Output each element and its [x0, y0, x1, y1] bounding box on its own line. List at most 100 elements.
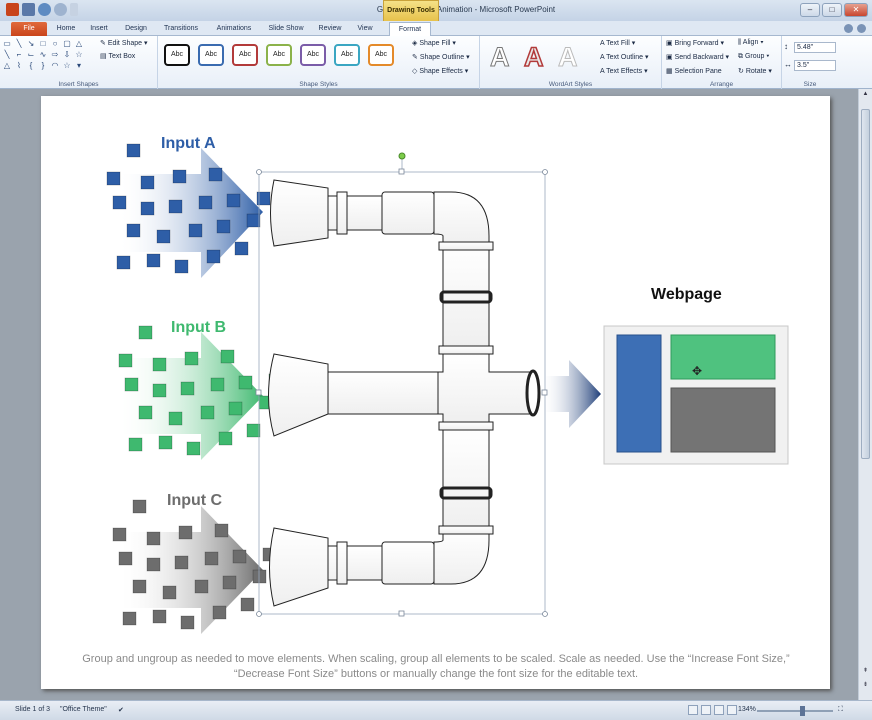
text-effects-button[interactable]: A Text Effects ▾ [600, 67, 648, 75]
elbow-shape-icon[interactable]: ⌐ [14, 50, 24, 59]
cube-icon [140, 175, 155, 190]
more-shapes-icon[interactable]: ▾ [74, 61, 84, 70]
rotation-handle[interactable] [398, 152, 406, 160]
input-a-label[interactable]: Input A [161, 135, 216, 153]
resize-handle[interactable] [541, 389, 548, 396]
arrow-down-shape-icon[interactable]: ⇩ [62, 50, 72, 59]
shape-height-input[interactable]: 5.48" [794, 42, 836, 53]
normal-view-icon[interactable] [688, 705, 698, 715]
vertical-scrollbar[interactable]: ▲ ⇞ ⇟ [858, 89, 872, 700]
tab-review[interactable]: Review [316, 22, 344, 36]
shape-style-aqua[interactable]: Abc [334, 44, 360, 66]
prev-slide-icon[interactable]: ⇞ [861, 667, 870, 676]
spellcheck-icon[interactable]: ✔ [118, 706, 124, 714]
input-b-label[interactable]: Input B [171, 319, 226, 337]
tab-insert[interactable]: Insert [86, 22, 112, 36]
wordart-style-light[interactable]: A [558, 42, 578, 73]
slide-show-view-icon[interactable] [727, 705, 737, 715]
rect-shape-icon[interactable]: □ [38, 39, 48, 48]
maximize-button[interactable]: □ [822, 3, 842, 17]
wordart-style-outline[interactable]: A [490, 42, 510, 73]
resize-handle[interactable] [398, 610, 405, 617]
freeform-shape-icon[interactable]: △ [2, 61, 12, 70]
resize-handle[interactable] [542, 611, 548, 617]
scroll-up-icon[interactable]: ▲ [861, 91, 870, 100]
bring-forward-label: Bring Forward [674, 40, 719, 47]
align-button[interactable]: ⫼ Align ▾ [738, 39, 764, 47]
shape-style-black[interactable]: Abc [164, 44, 190, 66]
tab-transitions[interactable]: Transitions [160, 22, 202, 36]
tab-format[interactable]: Format [389, 22, 431, 36]
group-button[interactable]: ⧉ Group ▾ [738, 53, 769, 61]
shape-fill-button[interactable]: ◈ Shape Fill ▾ [412, 39, 456, 47]
close-button[interactable]: ✕ [844, 3, 868, 17]
tab-view[interactable]: View [354, 22, 376, 36]
rotate-button[interactable]: ↻ Rotate ▾ [738, 67, 772, 75]
selection-pane-button[interactable]: ▦ Selection Pane [666, 67, 722, 75]
slide-canvas[interactable]: ✥ Input A Input B Input C Webpage Group … [41, 96, 830, 689]
shape-style-red[interactable]: Abc [232, 44, 258, 66]
resize-handle[interactable] [255, 389, 262, 396]
wordart-style-red[interactable]: A [523, 41, 544, 73]
text-box-button[interactable]: ▤ Text Box [100, 52, 135, 60]
bracket-shape-icon[interactable]: { [26, 61, 36, 70]
input-c-arrow[interactable] [121, 506, 263, 634]
shape-gallery[interactable]: ▭ ╲ ↘ □ ○ ▢ △ ╲ ⌐ ⌙ ∿ ⇨ ⇩ ☆ △ ⌇ { } ◠ ☆ [2, 39, 82, 70]
tab-design[interactable]: Design [122, 22, 150, 36]
line-shape-icon[interactable]: ╲ [14, 39, 24, 48]
resize-handle[interactable] [542, 169, 548, 175]
shape-style-blue[interactable]: Abc [198, 44, 224, 66]
tab-animations[interactable]: Animations [212, 22, 256, 36]
bracket2-shape-icon[interactable]: } [38, 61, 48, 70]
tab-slide-show[interactable]: Slide Show [266, 22, 306, 36]
zoom-slider-thumb[interactable] [800, 706, 805, 716]
help-icon[interactable] [857, 24, 866, 33]
rectangle-shape-icon[interactable]: ▭ [2, 39, 12, 48]
star-shape-icon[interactable]: ☆ [74, 50, 84, 59]
scribble-shape-icon[interactable]: ⌇ [14, 61, 24, 70]
fit-slide-icon[interactable]: ⛶ [838, 706, 843, 714]
slide-sorter-view-icon[interactable] [701, 705, 711, 715]
shape-style-orange[interactable]: Abc [368, 44, 394, 66]
arrow-line-shape-icon[interactable]: ↘ [26, 39, 36, 48]
text-outline-button[interactable]: A Text Outline ▾ [600, 53, 649, 61]
triangle-shape-icon[interactable]: △ [74, 39, 84, 48]
webpage-mockup[interactable]: ✥ [603, 325, 789, 465]
resize-handle[interactable] [398, 168, 405, 175]
minimize-button[interactable]: – [800, 3, 820, 17]
resize-handle[interactable] [256, 169, 262, 175]
shape-width-input[interactable]: 3.5" [794, 60, 836, 71]
input-b-arrow[interactable] [121, 332, 263, 460]
shape-outline-button[interactable]: ✎ Shape Outline ▾ [412, 53, 470, 61]
arrow-right-shape-icon[interactable]: ⇨ [50, 50, 60, 59]
input-c-label[interactable]: Input C [167, 492, 222, 510]
next-slide-icon[interactable]: ⇟ [861, 681, 870, 690]
line2-shape-icon[interactable]: ╲ [2, 50, 12, 59]
shape-effects-button[interactable]: ◇ Shape Effects ▾ [412, 67, 468, 75]
scroll-thumb[interactable] [861, 109, 870, 459]
arc-shape-icon[interactable]: ◠ [50, 61, 60, 70]
cube-icon [118, 551, 133, 566]
edit-shape-button[interactable]: ✎ Edit Shape ▾ [100, 39, 148, 47]
rounded-rect-shape-icon[interactable]: ▢ [62, 39, 72, 48]
zoom-slider[interactable] [757, 710, 833, 712]
tab-home[interactable]: Home [54, 22, 78, 36]
webpage-title[interactable]: Webpage [651, 286, 722, 304]
output-arrow[interactable] [543, 360, 601, 428]
minimize-ribbon-icon[interactable] [844, 24, 853, 33]
zoom-level[interactable]: 134% [738, 706, 756, 713]
elbow2-shape-icon[interactable]: ⌙ [26, 50, 36, 59]
brace-shape-icon[interactable]: ☆ [62, 61, 72, 70]
slide-caption[interactable]: Group and ungroup as needed to move elem… [71, 652, 801, 682]
pipe-assembly[interactable] [268, 179, 541, 607]
bring-forward-button[interactable]: ▣ Bring Forward ▾ [666, 39, 724, 47]
reading-view-icon[interactable] [714, 705, 724, 715]
oval-shape-icon[interactable]: ○ [50, 39, 60, 48]
text-fill-button[interactable]: A Text Fill ▾ [600, 39, 635, 47]
tab-file[interactable]: File [11, 22, 47, 36]
resize-handle[interactable] [256, 611, 262, 617]
curve-shape-icon[interactable]: ∿ [38, 50, 48, 59]
shape-style-green[interactable]: Abc [266, 44, 292, 66]
send-backward-button[interactable]: ▣ Send Backward ▾ [666, 53, 729, 61]
shape-style-purple[interactable]: Abc [300, 44, 326, 66]
